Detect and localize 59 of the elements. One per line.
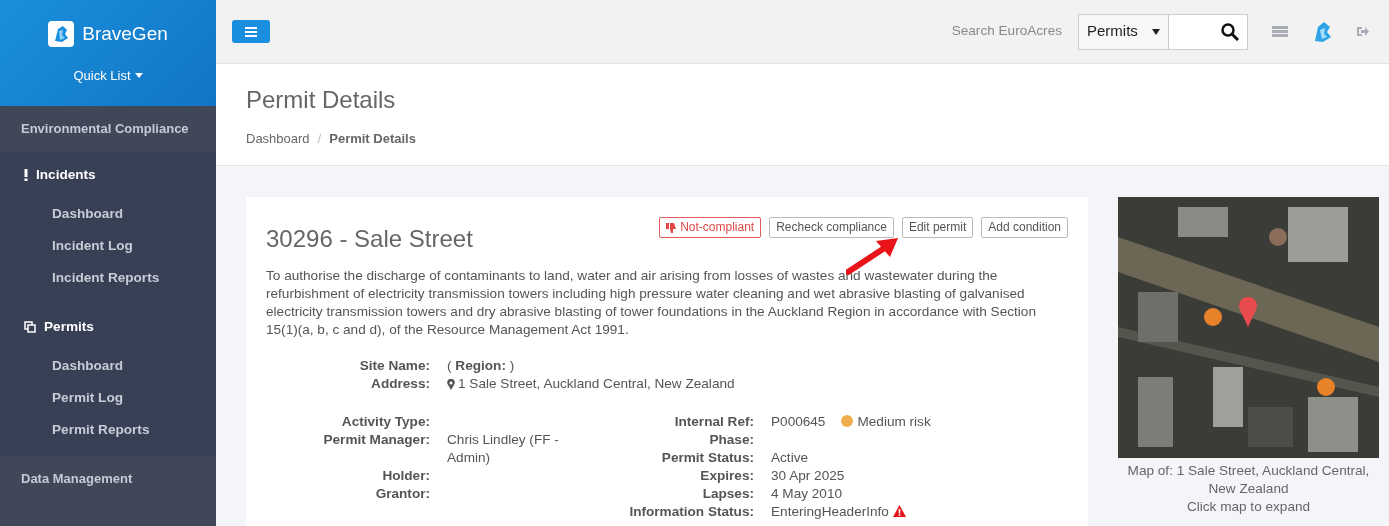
caret-icon <box>1152 28 1160 35</box>
quick-list-dropdown[interactable]: Quick List <box>67 64 149 86</box>
field-label: Activity Type: <box>340 413 430 431</box>
field-label: Address: <box>370 375 430 393</box>
scope-select[interactable]: Permits <box>1078 13 1169 50</box>
compliance-status-button[interactable]: Not-compliant <box>659 217 762 238</box>
nav-group[interactable]: Incidents <box>0 152 216 198</box>
field-value: 30 Apr 2025 <box>771 468 845 483</box>
field-value: Active <box>771 450 809 465</box>
nav-item[interactable]: Incident Reports <box>0 262 216 294</box>
menu-button[interactable] <box>232 20 270 43</box>
search-label: Search EuroAcres <box>951 22 1062 41</box>
nav-item[interactable]: Dashboard <box>0 198 216 230</box>
field-value: EnteringHeaderInfo <box>771 504 889 519</box>
copy-icon <box>24 321 36 333</box>
field-value: P000645 <box>771 414 826 429</box>
field-label: Expires: <box>699 467 754 485</box>
field-value: 4 May 2010 <box>771 486 843 501</box>
risk-label: Medium risk <box>857 414 931 429</box>
profile-logo-icon[interactable] <box>1312 20 1332 43</box>
nav-category[interactable]: Environmental Compliance <box>0 106 216 152</box>
field-label: Internal Ref: <box>673 413 754 431</box>
page-title: Permit Details <box>246 86 397 115</box>
nav-item[interactable]: Incident Log <box>0 230 216 262</box>
list-icon[interactable] <box>1272 26 1288 37</box>
field-value: ( Region: ) <box>447 358 515 373</box>
field-value: 1 Sale Street, Auckland Central, New Zealand <box>458 376 735 391</box>
breadcrumb-link[interactable]: Dashboard <box>246 128 310 149</box>
nav-item[interactable]: Permit Log <box>0 382 216 414</box>
logo-icon <box>48 21 75 48</box>
menu-icon <box>245 26 257 37</box>
field-value: Chris Lindley (FF - Admin) <box>447 432 559 465</box>
nav-item[interactable]: Dashboard <box>0 350 216 382</box>
field-label: Permit Manager: <box>322 431 430 449</box>
breadcrumb-separator: / <box>317 129 322 148</box>
field-label: Holder: <box>381 467 430 485</box>
field-label: Lapses: <box>701 485 754 503</box>
nav-category[interactable]: Data Management <box>0 456 216 502</box>
action-button[interactable]: Edit permit <box>901 217 974 238</box>
nav-group[interactable]: Permits <box>0 304 216 350</box>
logout-icon[interactable] <box>1356 26 1369 37</box>
map-caption: Map of: 1 Sale Street, Auckland Central, New Zealand <box>1126 462 1371 498</box>
thumbs-down-icon <box>666 222 677 233</box>
exclamation-icon <box>24 169 28 181</box>
nav-item[interactable]: Permit Reports <box>0 414 216 446</box>
search-icon[interactable] <box>1221 22 1239 41</box>
field-label: Grantor: <box>374 485 430 503</box>
field-label: Information Status: <box>628 503 754 521</box>
action-button[interactable]: Add condition <box>981 217 1068 238</box>
map-pin-icon <box>447 378 455 390</box>
search-field[interactable] <box>1169 13 1248 50</box>
field-label: Site Name: <box>358 357 430 375</box>
action-button[interactable]: Recheck compliance <box>769 217 894 238</box>
brand-name: BraveGen <box>82 22 168 46</box>
caret-icon <box>134 72 143 78</box>
field-label: Permit Status: <box>660 449 754 467</box>
map-hint: Click map to expand <box>1185 498 1312 516</box>
permit-title: 30296 - Sale Street <box>266 224 473 254</box>
field-label: Phase: <box>708 431 754 449</box>
